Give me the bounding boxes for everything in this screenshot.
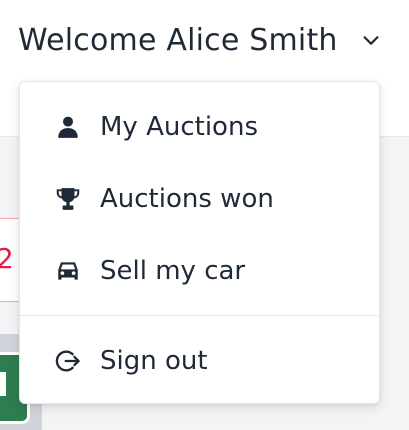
menu-item-label: Sign out	[100, 346, 208, 376]
menu-divider	[20, 315, 379, 316]
user-icon	[53, 112, 83, 142]
user-dropdown-menu: My Auctions Auctions won Sell my car Sig…	[19, 81, 380, 404]
car-icon	[53, 256, 83, 286]
sign-out-icon	[53, 346, 83, 376]
menu-item-sell-my-car[interactable]: Sell my car	[20, 243, 379, 299]
menu-item-label: Sell my car	[100, 256, 246, 286]
background-green-button-glyph	[0, 372, 6, 396]
trophy-icon	[53, 184, 83, 214]
welcome-text: Welcome Alice Smith	[18, 22, 338, 58]
menu-item-label: Auctions won	[100, 184, 274, 214]
menu-item-auctions-won[interactable]: Auctions won	[20, 171, 379, 227]
page: 2 Welcome Alice Smith My Auctions Auctio…	[0, 0, 409, 430]
menu-item-label: My Auctions	[100, 112, 258, 142]
background-error-glyph: 2	[0, 242, 14, 275]
user-menu-toggle[interactable]: Welcome Alice Smith	[18, 18, 382, 62]
menu-item-my-auctions[interactable]: My Auctions	[20, 99, 379, 155]
menu-item-sign-out[interactable]: Sign out	[20, 333, 379, 389]
chevron-down-icon	[360, 29, 382, 51]
